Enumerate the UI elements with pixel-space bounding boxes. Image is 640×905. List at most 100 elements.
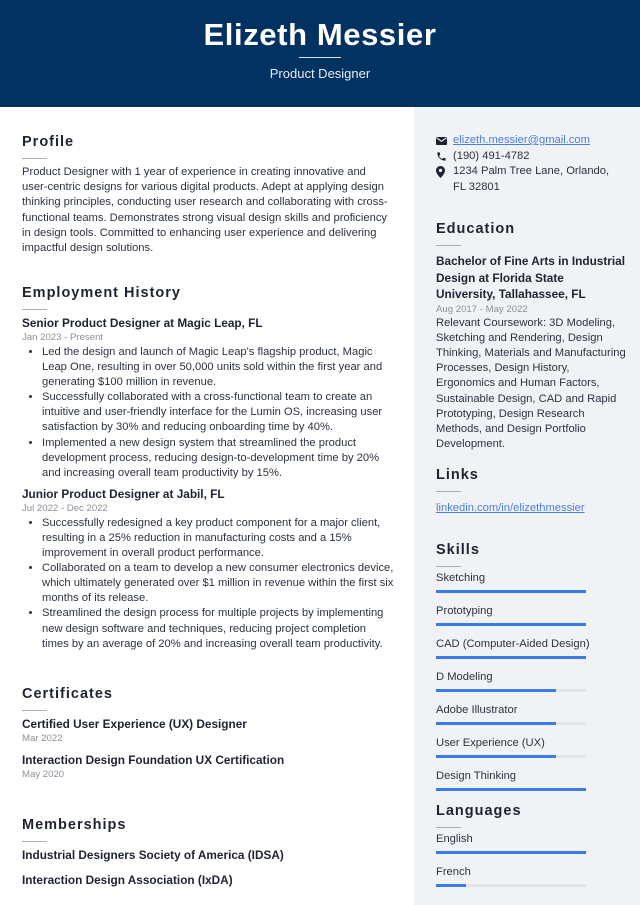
language-item-level-bar xyxy=(436,884,586,887)
skill-item: Prototyping xyxy=(436,604,626,626)
job-bullet: Streamlined the design process for multi… xyxy=(42,606,394,651)
language-item-level-bar xyxy=(436,851,586,854)
language-item-label: English xyxy=(436,833,473,845)
skill-item-label: Sketching xyxy=(436,572,486,584)
languages-list: English French xyxy=(436,832,626,887)
languages-section: Languages English French xyxy=(436,803,626,898)
skill-item-level-bar xyxy=(436,689,586,692)
skill-item: User Experience (UX) xyxy=(436,736,626,758)
skill-item-level-bar xyxy=(436,590,586,593)
degree-title: Bachelor of Fine Arts in Industrial Desi… xyxy=(436,254,625,301)
language-item-level-fill xyxy=(436,884,466,887)
section-divider xyxy=(436,245,461,246)
skills-heading: Skills xyxy=(436,542,480,558)
education-dates: Aug 2017 - May 2022 xyxy=(436,303,528,315)
contact-email: elizeth.messier@gmail.com xyxy=(436,133,626,149)
skill-item-level-bar xyxy=(436,788,586,791)
employment-section: Employment History Senior Product Design… xyxy=(22,285,394,652)
contact-phone: (190) 491-4782 xyxy=(436,149,626,165)
skill-item-level-fill xyxy=(436,623,586,626)
skill-item-level-fill xyxy=(436,755,556,758)
certificates-section: Certificates Certified User Experience (… xyxy=(22,686,394,781)
resume-header: Elizeth Messier Product Designer xyxy=(0,0,640,107)
certificate-name: Interaction Design Foundation UX Certifi… xyxy=(22,753,285,767)
skill-item-label: CAD (Computer-Aided Design) xyxy=(436,638,590,650)
job-title: Junior Product Designer at Jabil, FL xyxy=(22,486,225,501)
profile-heading: Profile xyxy=(22,134,75,150)
employment-heading: Employment History xyxy=(22,285,181,301)
skill-item: Sketching xyxy=(436,571,626,593)
profile-text: Product Designer with 1 year of experien… xyxy=(22,166,388,255)
skill-item-level-fill xyxy=(436,590,586,593)
skill-item-level-fill xyxy=(436,656,586,659)
job-bullet: Collaborated on a team to develop a new … xyxy=(42,561,394,606)
section-divider xyxy=(22,309,47,310)
language-item-label: French xyxy=(436,866,471,878)
certificate-date: May 2020 xyxy=(22,769,65,780)
skill-item-level-bar xyxy=(436,623,586,626)
skill-item: Adobe Illustrator xyxy=(436,703,626,725)
envelope-icon xyxy=(436,133,453,149)
linkedin-link[interactable]: linkedin.com/in/elizethmessier xyxy=(436,502,585,514)
skill-item-level-fill xyxy=(436,722,556,725)
skill-item: D Modeling xyxy=(436,670,626,692)
phone-number: (190) 491-4782 xyxy=(453,149,530,162)
links-heading: Links xyxy=(436,467,479,483)
section-divider xyxy=(22,158,47,159)
memberships-heading: Memberships xyxy=(22,817,127,833)
skills-section: Skills Sketching Prototyping CAD (Computer… xyxy=(436,542,626,802)
membership-item: Interaction Design Association (IxDA) xyxy=(22,873,233,887)
skill-item-level-bar xyxy=(436,656,586,659)
phone-icon xyxy=(436,149,453,165)
job-title: Senior Product Designer at Magic Leap, F… xyxy=(22,316,263,330)
skill-item-level-bar xyxy=(436,755,586,758)
education-heading: Education xyxy=(436,221,516,237)
job-bullets: Led the design and launch of Magic Leap'… xyxy=(22,345,394,481)
skill-item: CAD (Computer-Aided Design) xyxy=(436,637,626,659)
skills-list: Sketching Prototyping CAD (Computer-Aided … xyxy=(436,571,626,791)
skill-item: Design Thinking xyxy=(436,769,626,791)
job-bullet: Successfully collaborated with a cross-f… xyxy=(42,390,394,435)
certificate-item: Certified User Experience (UX) Designer … xyxy=(22,717,394,745)
links-section: Links linkedin.com/in/elizethmessier xyxy=(436,467,626,516)
job-dates: Jan 2023 - Present xyxy=(22,332,104,343)
profile-section: Profile Product Designer with 1 year of … xyxy=(22,134,394,256)
skill-item-label: Adobe Illustrator xyxy=(436,704,518,716)
job-bullet: Implemented a new design system that str… xyxy=(42,436,394,481)
certificates-heading: Certificates xyxy=(22,686,113,702)
languages-heading: Languages xyxy=(436,803,522,819)
section-divider xyxy=(22,710,47,711)
memberships-section: Memberships Industrial Designers Society… xyxy=(22,817,394,888)
sidebar: elizeth.messier@gmail.com (190) 491-4782… xyxy=(414,107,640,905)
job-entry: Senior Product Designer at Magic Leap, F… xyxy=(22,316,394,481)
job-bullet: Successfully redesigned a key product co… xyxy=(42,516,394,561)
language-item: French xyxy=(436,865,626,887)
skill-item-label: User Experience (UX) xyxy=(436,737,545,749)
map-pin-icon xyxy=(436,164,453,180)
certificate-name: Certified User Experience (UX) Designer xyxy=(22,717,247,731)
section-divider xyxy=(436,491,461,492)
skill-item-level-bar xyxy=(436,722,586,725)
language-item-level-fill xyxy=(436,851,586,854)
certificate-item: Interaction Design Foundation UX Certifi… xyxy=(22,753,394,781)
skill-item-level-fill xyxy=(436,788,586,791)
skill-item-label: Prototyping xyxy=(436,605,493,617)
skill-item-label: D Modeling xyxy=(436,671,493,683)
address-text: 1234 Palm Tree Lane, Orlando, FL 32801 xyxy=(453,165,610,193)
education-section: Education Bachelor of Fine Arts in Indus… xyxy=(436,221,626,452)
job-bullet: Led the design and launch of Magic Leap'… xyxy=(42,345,394,390)
skill-item-label: Design Thinking xyxy=(436,770,517,782)
job-bullets: Successfully redesigned a key product co… xyxy=(22,516,394,652)
job-entry: Junior Product Designer at Jabil, FL Jul… xyxy=(22,487,394,652)
candidate-title: Product Designer xyxy=(269,66,371,81)
skill-item-level-fill xyxy=(436,689,556,692)
language-item: English xyxy=(436,832,626,854)
certificate-date: Mar 2022 xyxy=(22,733,63,744)
contact-section: elizeth.messier@gmail.com (190) 491-4782… xyxy=(436,133,626,195)
section-divider xyxy=(436,827,461,828)
contact-address: 1234 Palm Tree Lane, Orlando, FL 32801 xyxy=(436,164,626,195)
education-description: Relevant Coursework: 3D Modeling, Sketch… xyxy=(436,316,626,451)
membership-item: Industrial Designers Society of America … xyxy=(22,848,284,862)
email-link[interactable]: elizeth.messier@gmail.com xyxy=(453,133,590,149)
section-divider xyxy=(22,841,47,842)
